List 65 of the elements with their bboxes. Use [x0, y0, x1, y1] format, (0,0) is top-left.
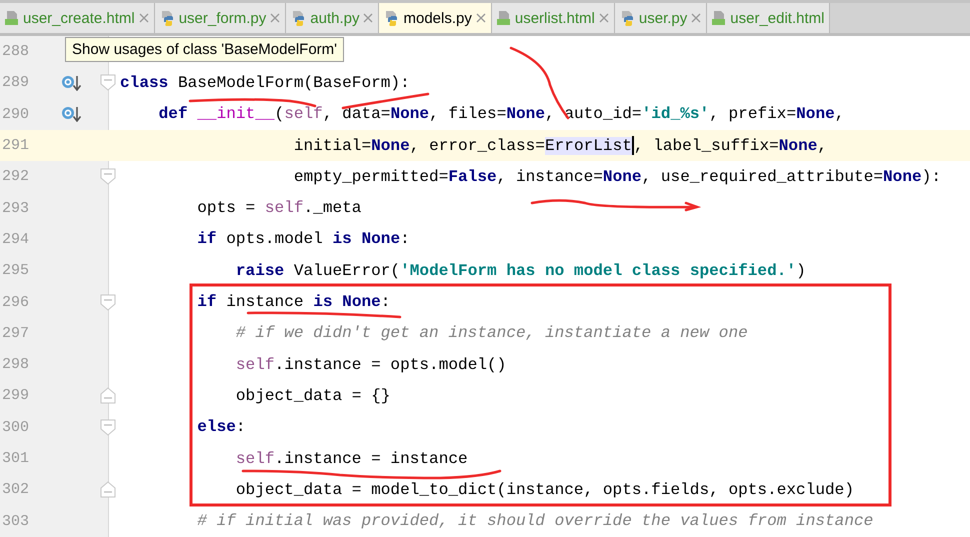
code-line: raise ValueError('ModelForm has no model class specified.') — [234, 262, 806, 280]
tab-label[interactable]: user_create.html — [23, 10, 135, 26]
tab-label[interactable]: user_edit.html — [730, 10, 824, 26]
code-line: self.instance = opts.model() — [234, 356, 506, 374]
close-icon[interactable] — [476, 13, 486, 23]
line-number: 288 — [1, 43, 30, 60]
html-file-icon — [711, 10, 726, 26]
python-file-icon — [383, 10, 400, 26]
line-number: 291 — [1, 137, 30, 154]
code-line: object_data = model_to_dict(instance, opts.fields, opts.exclude) — [234, 480, 854, 499]
line-number: 294 — [1, 230, 30, 248]
line-number: 297 — [1, 324, 30, 342]
code-line: else: — [196, 418, 246, 436]
fold-marker-icon — [100, 168, 116, 186]
editor-tab[interactable]: models.py — [379, 3, 492, 33]
code-line: if instance is None: — [196, 293, 390, 312]
line-number: 290 — [1, 106, 30, 123]
editor-tab[interactable]: user_edit.html — [707, 3, 830, 33]
code-line: # if initial was provided, it should override the values from instance — [196, 512, 874, 530]
python-file-icon — [290, 10, 306, 26]
tooltip: Show usages of class 'BaseModelForm' — [65, 37, 344, 62]
line-number: 296 — [1, 294, 30, 311]
line-number: 300 — [1, 418, 30, 436]
code-line: opts = self._meta — [196, 199, 362, 218]
line-number: 295 — [1, 262, 30, 280]
fold-marker-icon — [100, 418, 116, 436]
override-method-icon — [62, 106, 81, 122]
fold-marker-icon — [100, 74, 116, 92]
line-number: 302 — [1, 481, 30, 498]
code-line: if opts.model is None: — [196, 230, 410, 248]
code-line: empty_permitted=False, instance=None, use_required_attribute=None): — [292, 168, 941, 186]
close-icon[interactable] — [138, 13, 149, 23]
tab-label[interactable]: user_form.py — [178, 10, 266, 26]
close-icon[interactable] — [598, 13, 609, 23]
line-number: 298 — [1, 356, 30, 374]
override-method-icon — [62, 74, 81, 91]
line-number: 303 — [1, 512, 30, 530]
editor-tab[interactable]: user_form.py — [154, 3, 286, 33]
code-line: initial=None, error_class=ErrorList, label_suffix=None, — [292, 136, 828, 156]
close-icon[interactable] — [363, 13, 374, 23]
fold-marker-icon — [100, 294, 116, 311]
fold-marker-icon — [100, 481, 116, 498]
editor-tab[interactable]: user_create.html — [0, 3, 155, 33]
line-number: 301 — [1, 450, 30, 467]
tab-label[interactable]: userlist.html — [514, 10, 595, 26]
line-number: 289 — [1, 74, 30, 92]
editor-tab[interactable]: auth.py — [286, 3, 380, 33]
editor-tab[interactable]: user.py — [614, 3, 708, 33]
code-line: # if we didn't get an instance, instantiate a new one — [234, 324, 748, 342]
line-number: 293 — [1, 200, 30, 217]
code-line: self.instance = instance — [234, 450, 468, 468]
line-number: 292 — [1, 168, 30, 186]
code-line: object_data = {} — [234, 386, 390, 405]
html-file-icon — [4, 10, 19, 26]
tab-label[interactable]: user.py — [638, 10, 688, 26]
html-file-icon — [496, 10, 511, 26]
tab-label[interactable]: auth.py — [310, 10, 360, 26]
close-icon[interactable] — [270, 13, 280, 23]
code-line: def __init__(self, data=None, files=None, auto_id='id_%s', prefix=None, — [158, 105, 844, 124]
tab-label[interactable]: models.py — [403, 10, 472, 26]
line-number: 299 — [1, 387, 30, 404]
code-line: class BaseModelForm(BaseForm): — [120, 74, 410, 92]
close-icon[interactable] — [691, 13, 702, 23]
fold-marker-icon — [100, 387, 116, 404]
editor-tab[interactable]: userlist.html — [492, 3, 615, 33]
